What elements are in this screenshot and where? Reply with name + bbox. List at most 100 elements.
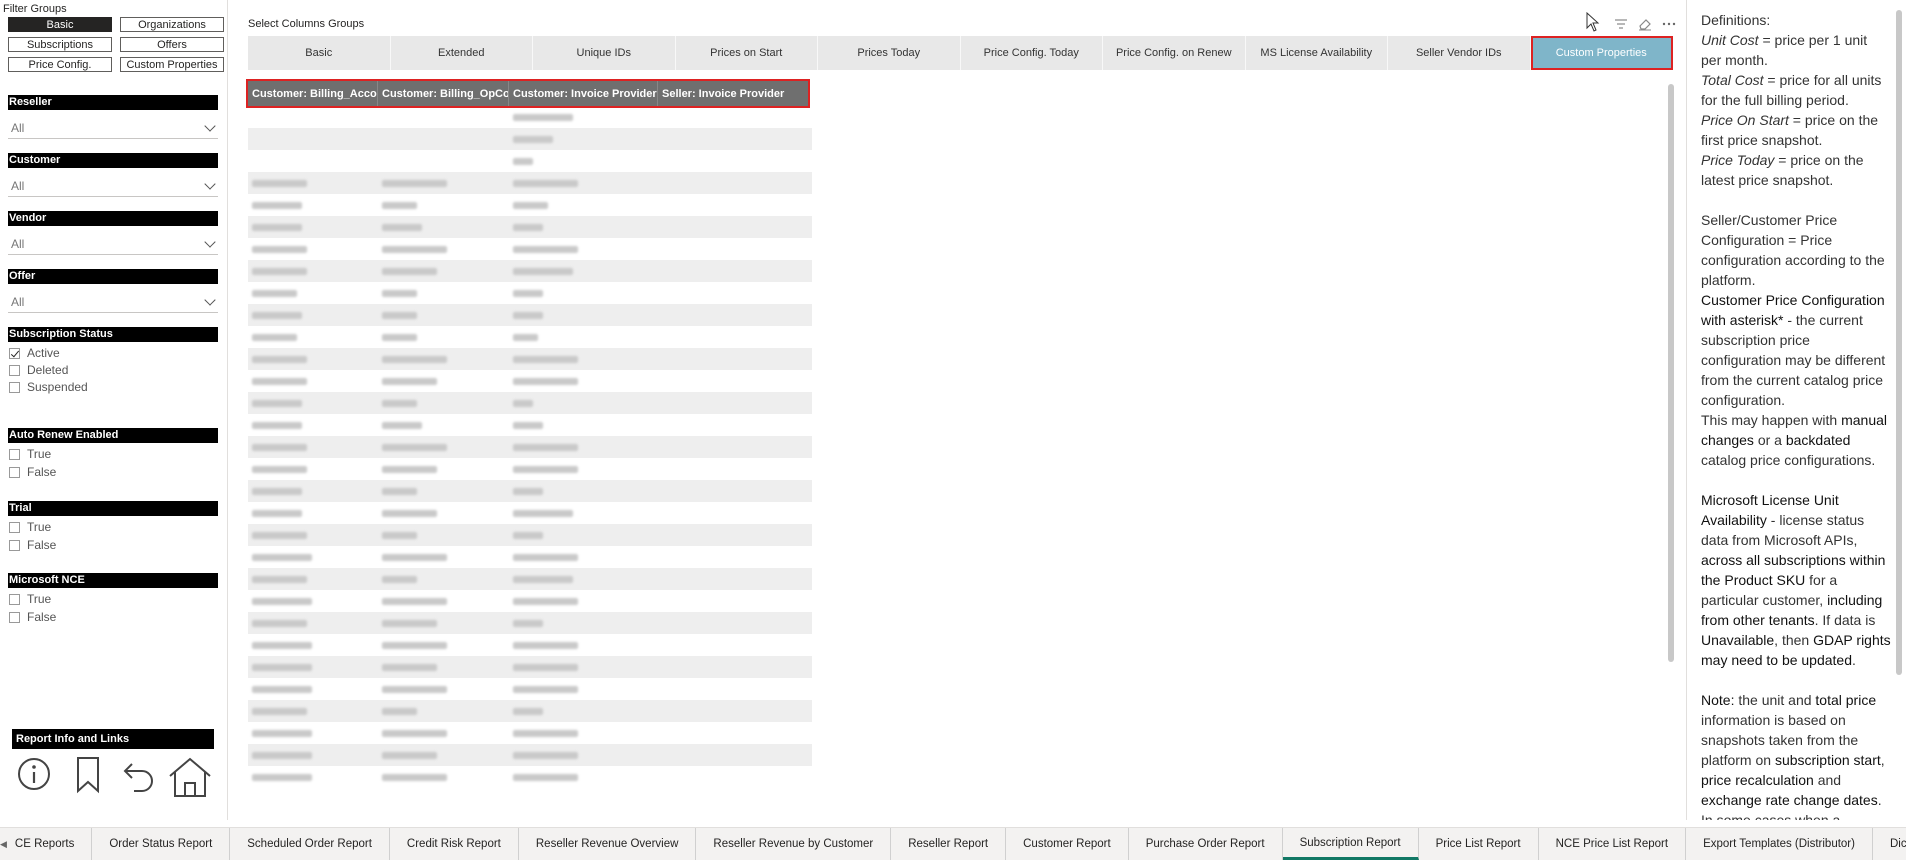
table-row[interactable] xyxy=(248,370,812,392)
redacted-value xyxy=(513,311,543,319)
filter-group-custom-properties-button[interactable]: Custom Properties xyxy=(120,57,224,72)
table-row[interactable] xyxy=(248,106,812,128)
status-deleted-checkbox[interactable]: Deleted xyxy=(9,362,68,378)
table-row[interactable] xyxy=(248,656,812,678)
table-row[interactable] xyxy=(248,546,812,568)
page-tab-dictionary[interactable]: Dictionary Report xyxy=(1873,828,1906,860)
table-row[interactable] xyxy=(248,282,812,304)
table-cell xyxy=(509,744,658,766)
filter-group-organizations-button[interactable]: Organizations xyxy=(120,17,224,32)
table-cell xyxy=(378,678,509,700)
table-row[interactable] xyxy=(248,678,812,700)
auto-renew-false-checkbox[interactable]: False xyxy=(9,464,56,480)
table-row[interactable] xyxy=(248,348,812,370)
trial-false-checkbox[interactable]: False xyxy=(9,537,56,553)
auto-renew-true-checkbox[interactable]: True xyxy=(9,446,51,462)
column-header-customer-invoice-provider[interactable]: Customer: Invoice Provider xyxy=(509,81,658,106)
table-row[interactable] xyxy=(248,392,812,414)
table-row[interactable] xyxy=(248,722,812,744)
reseller-dropdown[interactable]: All xyxy=(8,117,218,139)
page-tab-order-status[interactable]: Order Status Report xyxy=(92,828,231,860)
table-row[interactable] xyxy=(248,744,812,766)
table-row[interactable] xyxy=(248,304,812,326)
table-row[interactable] xyxy=(248,568,812,590)
table-row[interactable] xyxy=(248,216,812,238)
page-nav-arrows[interactable]: ◀ xyxy=(0,828,7,860)
definitions-scrollbar[interactable] xyxy=(1896,10,1902,675)
column-group-ms-license-availability[interactable]: MS License Availability xyxy=(1246,36,1388,70)
back-icon[interactable] xyxy=(122,756,156,794)
column-header-billing-account-id[interactable]: Customer: Billing_AccountID xyxy=(248,81,378,106)
column-group-prices-today[interactable]: Prices Today xyxy=(818,36,961,70)
page-tab-purchase-order[interactable]: Purchase Order Report xyxy=(1129,828,1283,860)
offer-dropdown[interactable]: All xyxy=(8,291,218,313)
chevron-left-icon[interactable]: ◀ xyxy=(0,839,7,850)
eraser-icon[interactable] xyxy=(1638,17,1652,31)
filter-group-offers-button[interactable]: Offers xyxy=(120,37,224,52)
table-row[interactable] xyxy=(248,524,812,546)
column-group-price-config-on-renew[interactable]: Price Config. on Renew xyxy=(1103,36,1246,70)
table-row[interactable] xyxy=(248,502,812,524)
table-row[interactable] xyxy=(248,238,812,260)
page-tab-credit-risk[interactable]: Credit Risk Report xyxy=(390,828,519,860)
column-group-basic[interactable]: Basic xyxy=(248,36,391,70)
page-tab-ce-reports[interactable]: CE Reports xyxy=(7,828,93,860)
filter-group-subscriptions-button[interactable]: Subscriptions xyxy=(8,37,112,52)
more-options-icon[interactable] xyxy=(1662,21,1676,27)
redacted-value xyxy=(513,729,578,737)
page-tab-reseller-revenue-overview[interactable]: Reseller Revenue Overview xyxy=(519,828,697,860)
table-row[interactable] xyxy=(248,766,812,788)
redacted-value xyxy=(252,311,302,319)
table-row[interactable] xyxy=(248,700,812,722)
table-row[interactable] xyxy=(248,194,812,216)
page-tab-price-list[interactable]: Price List Report xyxy=(1419,828,1539,860)
nce-false-checkbox[interactable]: False xyxy=(9,609,56,625)
page-tab-scheduled-order[interactable]: Scheduled Order Report xyxy=(230,828,390,860)
status-suspended-checkbox[interactable]: Suspended xyxy=(9,379,88,395)
info-icon[interactable] xyxy=(16,756,52,792)
column-group-seller-vendor-ids[interactable]: Seller Vendor IDs xyxy=(1388,36,1531,70)
table-row[interactable] xyxy=(248,326,812,348)
filter-icon[interactable] xyxy=(1614,18,1628,30)
nce-true-checkbox[interactable]: True xyxy=(9,591,51,607)
status-active-checkbox[interactable]: Active xyxy=(9,345,60,361)
table-row[interactable] xyxy=(248,128,812,150)
page-tab-reseller-report[interactable]: Reseller Report xyxy=(891,828,1007,860)
table-row[interactable] xyxy=(248,150,812,172)
column-group-prices-on-start[interactable]: Prices on Start xyxy=(676,36,818,70)
redacted-value xyxy=(513,421,543,429)
customer-dropdown[interactable]: All xyxy=(8,175,218,197)
table-row[interactable] xyxy=(248,480,812,502)
column-group-extended[interactable]: Extended xyxy=(391,36,533,70)
page-tab-customer-report[interactable]: Customer Report xyxy=(1006,828,1129,860)
column-header-billing-opco[interactable]: Customer: Billing_OpCo xyxy=(378,81,509,106)
table-cell xyxy=(658,216,788,238)
page-tab-nce-price-list[interactable]: NCE Price List Report xyxy=(1539,828,1687,860)
table-row[interactable] xyxy=(248,260,812,282)
page-tab-subscription-report[interactable]: Subscription Report xyxy=(1282,828,1419,860)
vendor-dropdown[interactable]: All xyxy=(8,233,218,255)
redacted-value xyxy=(252,421,302,429)
table-scrollbar[interactable] xyxy=(1668,84,1674,662)
filter-group-basic-button[interactable]: Basic xyxy=(8,17,112,32)
column-group-custom-properties[interactable]: Custom Properties xyxy=(1530,36,1673,70)
table-body xyxy=(248,106,812,788)
page-tab-reseller-revenue-by-customer[interactable]: Reseller Revenue by Customer xyxy=(696,828,892,860)
redacted-value xyxy=(513,179,578,187)
table-row[interactable] xyxy=(248,436,812,458)
table-cell xyxy=(378,282,509,304)
home-icon[interactable] xyxy=(168,756,212,798)
column-group-unique-ids[interactable]: Unique IDs xyxy=(533,36,676,70)
table-row[interactable] xyxy=(248,414,812,436)
table-row[interactable] xyxy=(248,172,812,194)
column-group-price-config-today[interactable]: Price Config. Today xyxy=(961,36,1103,70)
table-row[interactable] xyxy=(248,590,812,612)
column-header-seller-invoice-provider[interactable]: Seller: Invoice Provider xyxy=(658,81,788,106)
table-row[interactable] xyxy=(248,612,812,634)
table-row[interactable] xyxy=(248,458,812,480)
filter-group-price-config-button[interactable]: Price Config. xyxy=(8,57,112,72)
trial-true-checkbox[interactable]: True xyxy=(9,519,51,535)
bookmark-icon[interactable] xyxy=(74,756,102,794)
page-tab-export-templates[interactable]: Export Templates (Distributor) xyxy=(1686,828,1873,860)
table-row[interactable] xyxy=(248,634,812,656)
